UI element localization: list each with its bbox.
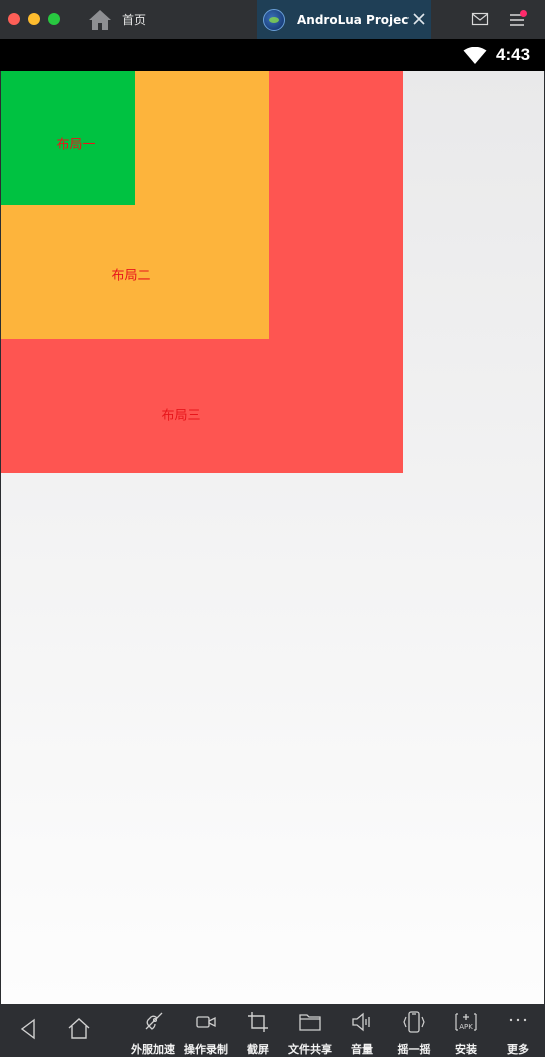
- tool-install[interactable]: APK 安装: [438, 1010, 494, 1057]
- tab-androlua-project[interactable]: AndroLua Project...: [257, 0, 431, 39]
- mail-icon[interactable]: [471, 11, 489, 27]
- folder-icon: [299, 1014, 321, 1031]
- notification-dot: [520, 10, 527, 17]
- layout-one: 布局一: [1, 71, 135, 205]
- svg-text:APK: APK: [459, 1023, 473, 1031]
- tab-active-label: AndroLua Project...: [297, 12, 409, 27]
- window-close-button[interactable]: [8, 13, 20, 25]
- tool-accelerate-label: 外服加速: [131, 1043, 175, 1056]
- android-status-bar: 4:43: [0, 39, 545, 71]
- tool-record-label: 操作录制: [184, 1043, 228, 1056]
- tool-volume-label: 音量: [351, 1043, 373, 1056]
- tool-file-share-label: 文件共享: [288, 1043, 332, 1056]
- tool-shake[interactable]: 摇一摇: [386, 1010, 442, 1057]
- layout-three-label: 布局三: [161, 408, 201, 424]
- tool-record[interactable]: 操作录制: [178, 1010, 234, 1057]
- tab-home[interactable]: 首页: [82, 0, 252, 39]
- rocket-icon: [145, 1012, 163, 1030]
- tab-home-label: 首页: [122, 13, 147, 27]
- back-icon[interactable]: [19, 1018, 37, 1040]
- androlua-app-icon: [263, 8, 285, 31]
- layout-one-label: 布局一: [56, 137, 96, 153]
- crop-icon: [248, 1012, 268, 1032]
- tool-install-label: 安装: [455, 1043, 477, 1056]
- window-titlebar: 首页 AndroLua Project...: [0, 0, 545, 39]
- tool-screenshot-label: 截屏: [247, 1043, 269, 1056]
- home-icon: [89, 9, 111, 30]
- close-tab-icon[interactable]: [411, 11, 427, 27]
- layout-two-label: 布局二: [111, 268, 151, 284]
- apk-icon: APK: [455, 1013, 477, 1031]
- tool-accelerate[interactable]: 外服加速: [125, 1010, 181, 1057]
- video-camera-icon: [196, 1016, 216, 1028]
- app-screen: 布局三 布局二 布局一: [1, 71, 544, 1004]
- tool-more-label: 更多: [507, 1043, 529, 1056]
- wifi-icon: [463, 47, 487, 64]
- status-time: 4:43: [496, 45, 531, 64]
- tool-volume[interactable]: 音量: [334, 1010, 390, 1057]
- window-minimize-button[interactable]: [28, 13, 40, 25]
- emulator-toolbar: 外服加速 操作录制 截屏 文件共享 音量 摇一摇 APK 安装 更多: [0, 1004, 545, 1057]
- tool-shake-label: 摇一摇: [397, 1043, 431, 1056]
- window-maximize-button[interactable]: [48, 13, 60, 25]
- more-icon: [509, 1018, 527, 1022]
- tool-screenshot[interactable]: 截屏: [230, 1010, 286, 1057]
- shake-icon: [403, 1011, 425, 1033]
- tool-more[interactable]: 更多: [490, 1010, 545, 1057]
- tool-file-share[interactable]: 文件共享: [282, 1010, 338, 1057]
- home-icon[interactable]: [67, 1017, 91, 1041]
- volume-icon: [352, 1012, 370, 1032]
